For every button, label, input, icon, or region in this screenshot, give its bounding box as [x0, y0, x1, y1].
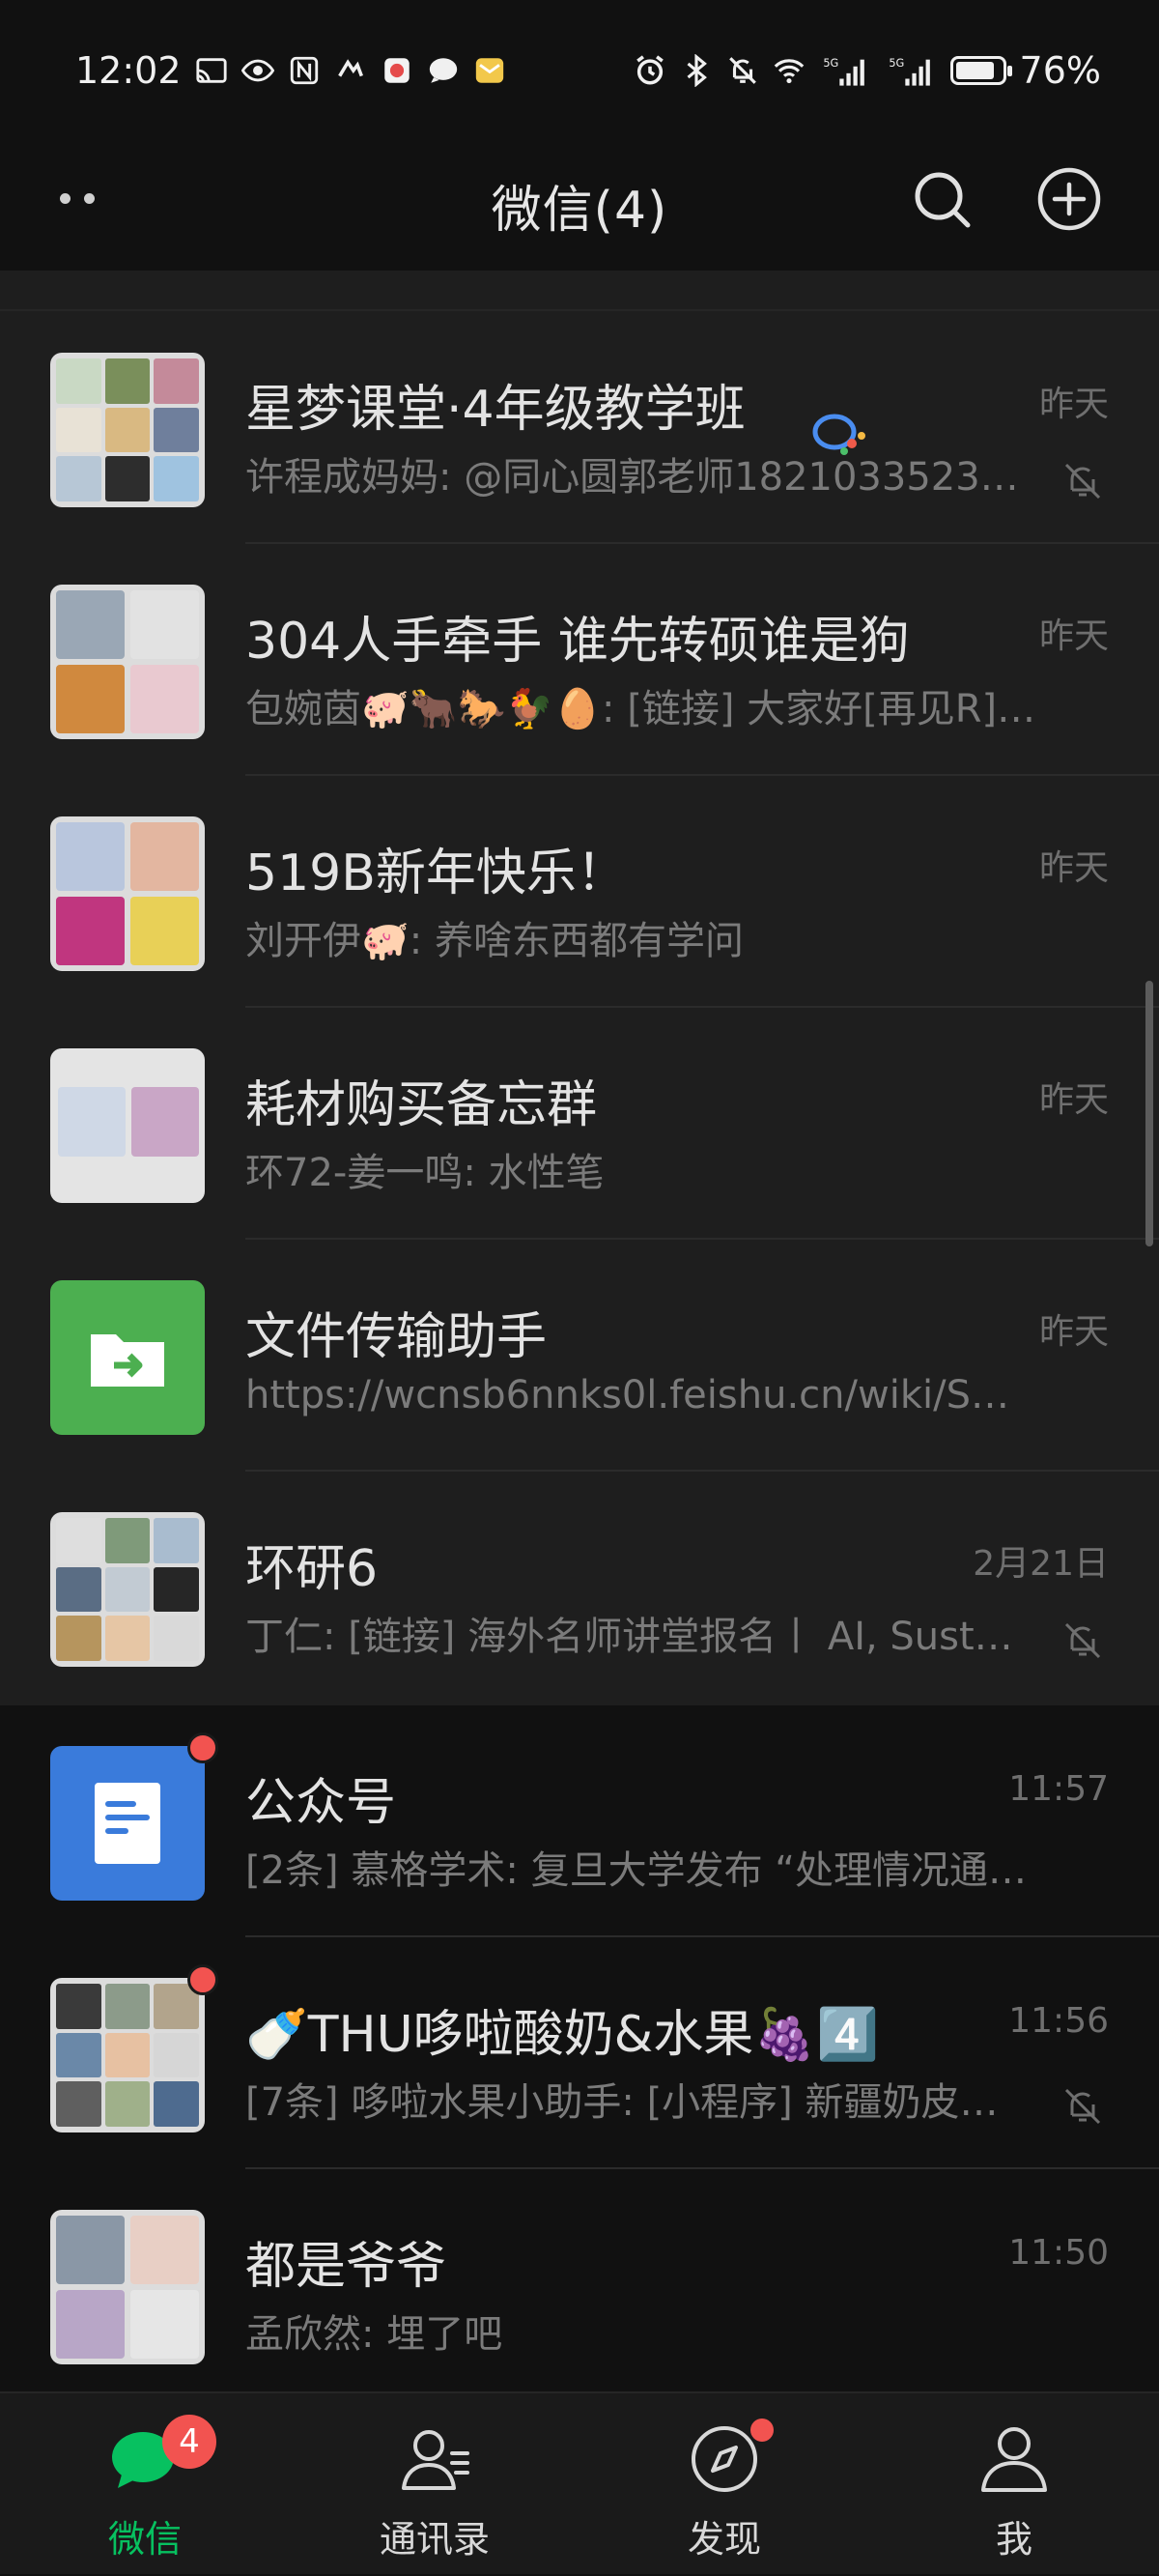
tab-chats[interactable]: 4 微信 [0, 2393, 290, 2576]
status-right: 5G 5G 76% [634, 49, 1101, 92]
chat-time: 昨天 [1038, 1312, 1109, 1352]
tab-label: 我 [995, 2518, 1032, 2561]
search-icon[interactable] [908, 165, 975, 233]
battery-percent: 76% [1019, 48, 1101, 92]
discover-dot [750, 2419, 774, 2442]
plus-circle-icon[interactable] [1035, 165, 1103, 233]
status-bar: 12:02 5G 5G 76% [0, 0, 1159, 140]
chat-row[interactable]: 耗材购买备忘群 环72-姜一鸣: 水性笔 昨天 [0, 1008, 1159, 1240]
group-avatar [50, 1512, 205, 1667]
chat-time: 2月21日 [973, 1544, 1109, 1584]
group-avatar [50, 816, 205, 971]
chat-time: 昨天 [1038, 848, 1109, 888]
eye-icon [240, 54, 274, 87]
chat-preview: 孟欣然: 埋了吧 [245, 2312, 503, 2357]
scroll-indicator[interactable] [1145, 981, 1153, 1246]
cast-icon [195, 54, 228, 87]
official-accounts-avatar [50, 1746, 205, 1901]
tab-label: 通讯录 [379, 2518, 490, 2561]
contacts-icon [402, 2430, 469, 2490]
chat-time: 昨天 [1038, 616, 1109, 656]
chat-preview: 环72-姜一鸣: 水性笔 [245, 1151, 605, 1195]
mail-notice-icon [473, 54, 506, 87]
document-icon [95, 1783, 160, 1864]
svg-text:5G: 5G [889, 55, 904, 69]
chat-time: 11:50 [1008, 2233, 1109, 2273]
group-avatar [50, 353, 205, 507]
chat-name: 文件传输助手 [245, 1308, 548, 1366]
bottom-tab-bar: 4 微信 通讯录 发现 我 [0, 2391, 1159, 2574]
person-icon [981, 2427, 1047, 2492]
chat-row[interactable]: 公众号 [2条] 慕格学术: 复旦大学发布 “处理情况通报” 11:57 [0, 1705, 1159, 1937]
chat-name: 519B新年快乐！ [245, 844, 627, 902]
page-title: 微信(4) [491, 182, 668, 240]
chat-time: 昨天 [1038, 385, 1109, 424]
chat-row[interactable]: 都是爷爷 孟欣然: 埋了吧 11:50 [0, 2169, 1159, 2391]
alarm-icon [634, 54, 666, 87]
chat-row[interactable]: 文件传输助手 https://wcnsb6nnks0l.feishu.cn/wi… [0, 1240, 1159, 1472]
wifi-icon [773, 54, 806, 87]
tab-contacts[interactable]: 通讯录 [290, 2393, 580, 2576]
chat-preview: 包婉茵🐖🐂🐎🐓🥚: [链接] 大家好[再见R][… [245, 687, 1037, 731]
tab-discover[interactable]: 发现 [580, 2393, 869, 2576]
chat-row[interactable]: 环研6 丁仁: [链接] 海外名师讲堂报名丨 AI, Sust… 2月21日 [0, 1472, 1159, 1703]
chat-name: 耗材购买备忘群 [245, 1076, 598, 1134]
chat-time: 11:56 [1008, 2001, 1109, 2041]
chat-row[interactable]: 🍼THU哆啦酸奶&水果🍇4️⃣ [7条] 哆啦水果小助手: [小程序] 新疆奶皮… [0, 1937, 1159, 2169]
status-left: 12:02 [75, 49, 506, 92]
svg-text:5G: 5G [823, 55, 838, 69]
status-time: 12:02 [75, 48, 182, 92]
more-dots-icon[interactable] [60, 193, 95, 204]
silent-icon [726, 54, 759, 87]
chat-name: 🍼THU哆啦酸奶&水果🍇4️⃣ [245, 2006, 879, 2064]
tab-label: 微信 [107, 2518, 182, 2561]
chat-preview: [7条] 哆啦水果小助手: [小程序] 新疆奶皮… [245, 2080, 999, 2125]
nfc-icon [288, 54, 321, 87]
app-notice-icon [334, 54, 367, 87]
bluetooth-icon [680, 53, 713, 87]
bell-off-icon [1064, 2088, 1101, 2125]
folder-arrow-icon [91, 1334, 164, 1387]
bell-off-icon [1064, 1622, 1101, 1659]
chat-name: 环研6 [245, 1540, 379, 1598]
unread-dot [187, 1732, 218, 1763]
signal-icon-2: 5G [885, 54, 937, 87]
tab-label: 发现 [687, 2518, 761, 2561]
group-avatar [50, 1048, 205, 1203]
chat-list[interactable]: 星梦课堂·4年级教学班 许程成妈妈: @同心圆郭老师1821033523… 昨天… [0, 271, 1159, 2391]
chat-preview: https://wcnsb6nnks0l.feishu.cn/wiki/S… [245, 1373, 1009, 1417]
chat-preview: 丁仁: [链接] 海外名师讲堂报名丨 AI, Sust… [245, 1615, 1013, 1659]
chat-row[interactable]: 星梦课堂·4年级教学班 许程成妈妈: @同心圆郭老师1821033523… 昨天 [0, 312, 1159, 544]
chat-name: 304人手牵手 谁先转硕谁是狗 [245, 613, 910, 671]
battery-icon [949, 55, 1012, 85]
top-bar: 微信(4) [0, 140, 1159, 271]
chat-row[interactable]: 304人手牵手 谁先转硕谁是狗 包婉茵🐖🐂🐎🐓🥚: [链接] 大家好[再见R][… [0, 544, 1159, 776]
group-avatar [50, 2210, 205, 2364]
chat-name: 星梦课堂·4年级教学班 [245, 381, 746, 439]
bell-off-icon [1064, 463, 1101, 500]
chat-row[interactable]: 519B新年快乐！ 刘开伊🐖: 养啥东西都有学问 昨天 [0, 776, 1159, 1008]
app-notice-icon-2 [381, 54, 413, 87]
tab-me[interactable]: 我 [869, 2393, 1159, 2576]
message-notice-icon [427, 54, 460, 87]
chat-preview: 刘开伊🐖: 养啥东西都有学问 [245, 919, 744, 963]
chat-preview: 许程成妈妈: @同心圆郭老师1821033523… [245, 455, 1019, 500]
group-avatar [50, 1978, 205, 2132]
file-transfer-avatar [50, 1280, 205, 1435]
unread-dot [187, 1964, 218, 1995]
chat-time: 昨天 [1038, 1080, 1109, 1120]
chat-name: 都是爷爷 [245, 2238, 447, 2296]
unread-badge: 4 [162, 2415, 216, 2469]
chat-preview: [2条] 慕格学术: 复旦大学发布 “处理情况通报” [245, 1848, 1037, 1893]
signal-icon-1: 5G [819, 54, 871, 87]
chat-time: 11:57 [1008, 1769, 1109, 1809]
chat-name: 公众号 [245, 1774, 397, 1832]
group-avatar [50, 585, 205, 739]
